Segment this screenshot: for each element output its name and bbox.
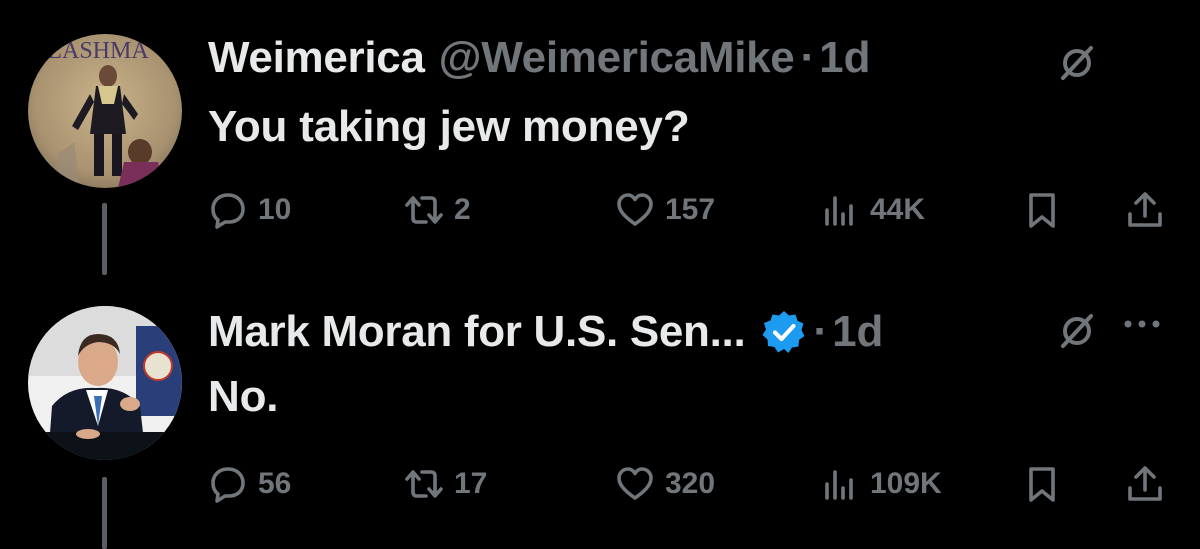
handle[interactable]: @WeimericaMike [439, 33, 795, 83]
share-button[interactable] [1125, 185, 1165, 235]
retweet-count: 17 [454, 467, 488, 500]
retweet-icon [405, 470, 443, 498]
reply-icon [211, 193, 245, 229]
separator-dot: · [800, 33, 816, 82]
views-icon [825, 196, 853, 226]
views-button[interactable]: 109K [820, 459, 942, 509]
tweet-text: You taking jew money? [208, 102, 690, 151]
bookmark-icon [1029, 193, 1055, 228]
tweet-text: No. [208, 372, 279, 421]
bookmark-button[interactable] [1022, 185, 1062, 235]
bookmark-button[interactable] [1022, 459, 1062, 509]
retweet-button[interactable]: 17 [404, 459, 487, 509]
like-count: 320 [665, 467, 716, 500]
reply-count: 10 [258, 193, 292, 226]
like-button[interactable]: 320 [615, 459, 715, 509]
tweet[interactable]: Mark Moran for U.S. Sen... · 1d No. 56 1… [0, 270, 1200, 549]
views-count: 44K [870, 193, 926, 226]
bookmark-icon [1029, 467, 1055, 502]
heart-icon [617, 467, 653, 500]
action-bar: 56 17 320 109K [0, 459, 1200, 509]
reply-count: 56 [258, 467, 292, 500]
retweet-count: 2 [454, 193, 471, 226]
avatar-poster-title: LASHMA [47, 38, 149, 64]
tweet[interactable]: LASHMA Weimerica @WeimericaMike · 1d You… [0, 0, 1200, 275]
avatar[interactable]: LASHMA [28, 34, 182, 188]
tweet-header: Weimerica @WeimericaMike · 1d [208, 30, 870, 86]
avatar[interactable] [28, 306, 182, 460]
verified-badge-icon[interactable] [761, 309, 807, 355]
timestamp[interactable]: 1d [819, 33, 870, 83]
retweet-button[interactable]: 2 [404, 185, 471, 235]
reply-button[interactable]: 56 [208, 459, 291, 509]
timestamp[interactable]: 1d [832, 307, 883, 357]
like-button[interactable]: 157 [615, 185, 715, 235]
views-icon [825, 470, 853, 500]
share-icon [1128, 192, 1162, 227]
display-name[interactable]: Weimerica [208, 33, 425, 83]
grok-icon[interactable] [1057, 310, 1097, 350]
heart-icon [617, 193, 653, 226]
like-count: 157 [665, 193, 716, 226]
views-count: 109K [870, 467, 942, 500]
separator-dot: · [813, 307, 829, 356]
views-button[interactable]: 44K [820, 185, 925, 235]
tweet-header: Mark Moran for U.S. Sen... · 1d [208, 304, 883, 360]
share-button[interactable] [1125, 459, 1165, 509]
reply-icon [211, 467, 245, 503]
display-name[interactable]: Mark Moran for U.S. Sen... [208, 307, 746, 357]
reply-button[interactable]: 10 [208, 185, 291, 235]
share-icon [1128, 466, 1162, 501]
action-bar: 10 2 157 44K [0, 185, 1200, 235]
retweet-icon [405, 196, 443, 224]
grok-icon[interactable] [1057, 42, 1097, 82]
more-options-icon[interactable] [1118, 314, 1166, 334]
